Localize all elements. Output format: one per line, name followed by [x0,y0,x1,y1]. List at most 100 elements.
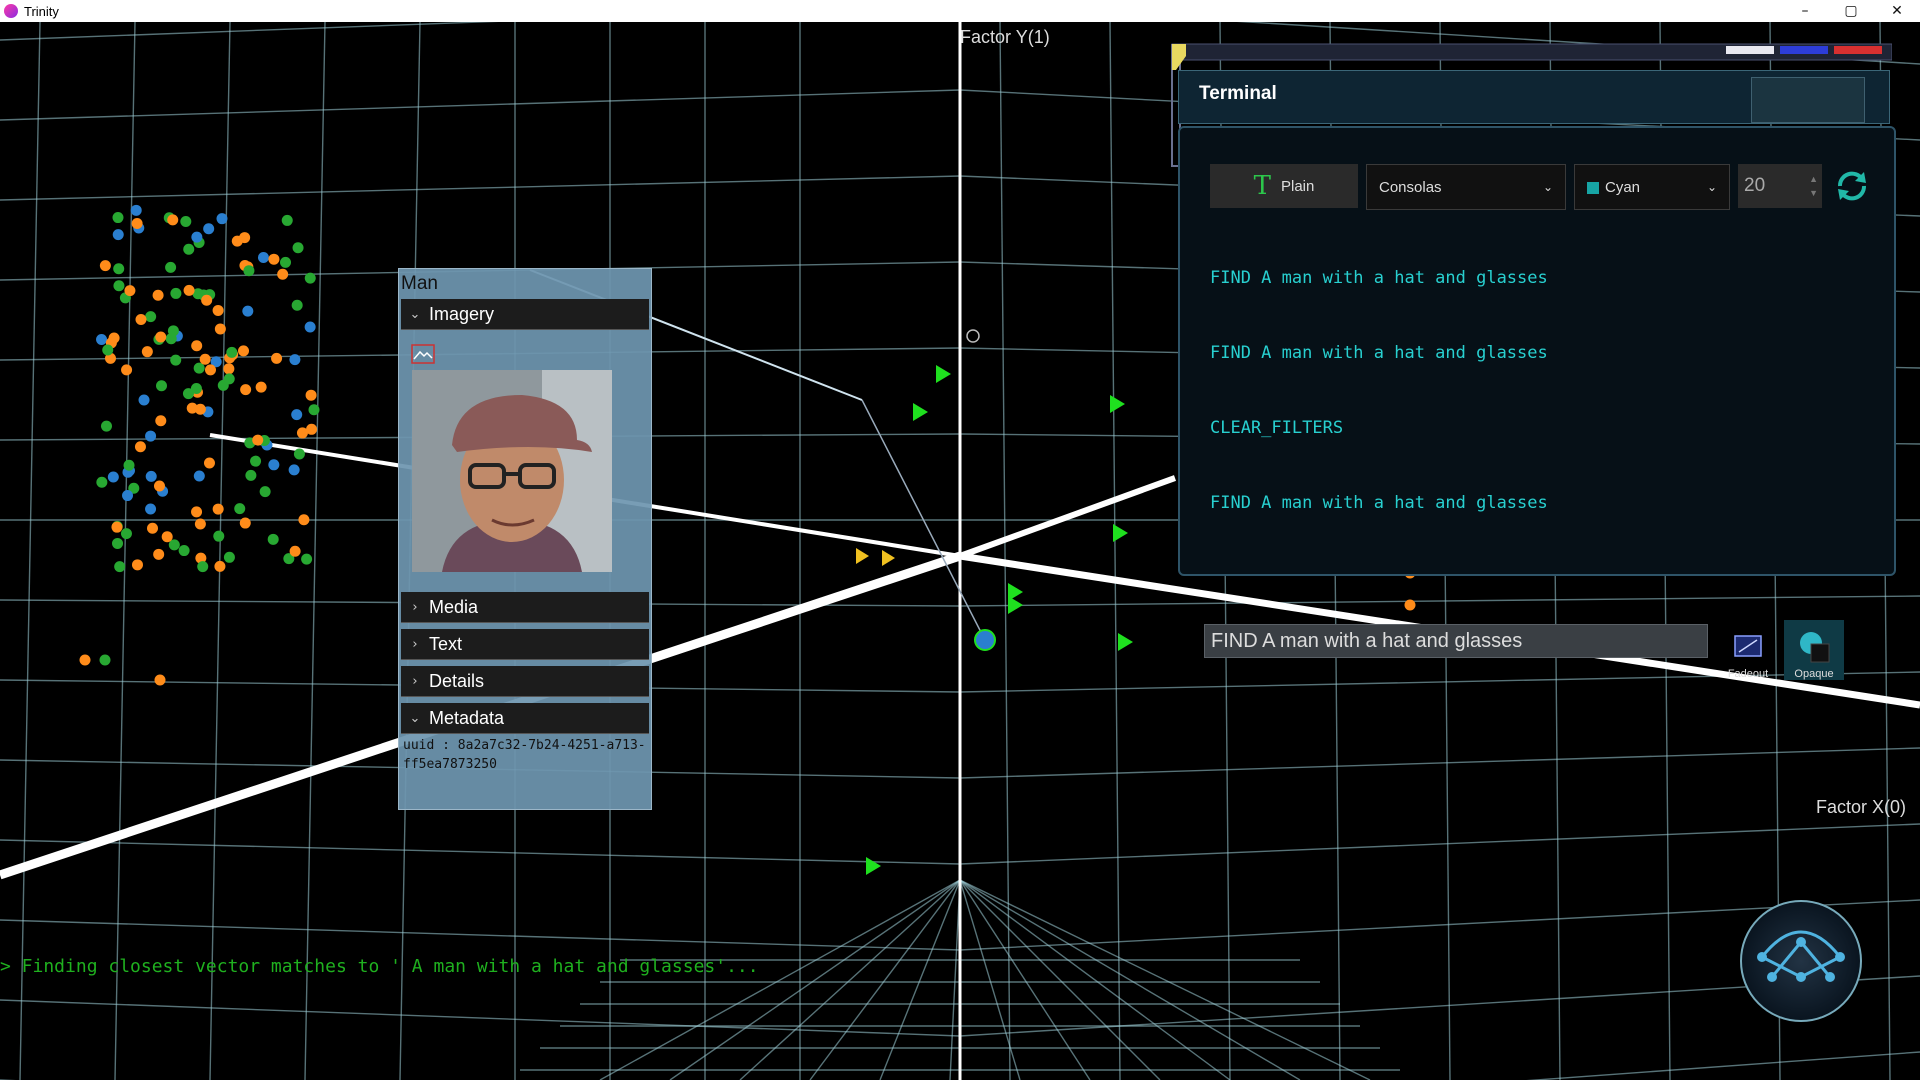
chevron-right-icon: › [412,673,418,689]
grid-line [959,879,1231,1080]
data-point [113,263,125,275]
data-point [153,480,165,492]
data-point [291,299,303,311]
data-point [245,469,257,481]
data-point [194,518,206,530]
data-point [201,294,213,306]
terminal-body[interactable]: T Plain Consolas ⌄ Cyan ⌄ 20 ▲ ▼ FIND A … [1178,126,1896,680]
data-point [298,514,310,526]
font-select-value: Consolas [1379,178,1442,196]
terminal-toolbar: T Plain Consolas ⌄ Cyan ⌄ 20 ▲ ▼ [1210,164,1874,210]
y-axis-label: Factor Y(1) [960,27,1050,47]
refresh-button[interactable] [1830,164,1874,208]
network-icon[interactable] [1740,900,1862,1022]
portrait-image[interactable] [412,370,612,572]
data-point [99,654,111,666]
match-marker [866,857,881,875]
grid-line [809,879,961,1080]
data-point [255,381,267,393]
section-imagery[interactable]: ⌄ Imagery [401,299,649,330]
data-point [152,289,164,301]
close-button[interactable]: ✕ [1874,0,1920,22]
data-point [122,490,134,502]
data-point [138,394,150,406]
match-marker [1110,395,1125,413]
data-point [234,503,246,515]
refresh-icon [1837,171,1867,201]
grid-line [959,879,1371,1080]
match-marker [1113,524,1128,542]
terminal-header[interactable]: Terminal [1178,70,1890,124]
data-point [226,346,238,358]
data-point [259,486,271,498]
data-point [271,352,283,364]
node-info-panel[interactable]: Man ⌄ Imagery › Media › Text › Details ⌄… [398,268,652,810]
terminal-window[interactable]: Terminal T Plain Consolas ⌄ Cyan ⌄ 20 ▲ ▼ [1160,36,1896,680]
match-marker [936,365,951,383]
data-point [167,214,179,226]
data-point [214,560,226,572]
grid-line [959,747,1920,779]
grid-line [1526,1051,1920,1080]
data-point [183,243,195,255]
opaque-button[interactable]: Opaque [1784,620,1844,680]
font-select[interactable]: Consolas ⌄ [1366,164,1566,210]
data-point [161,531,173,543]
data-point [96,334,108,346]
grid-line [959,879,1091,1080]
command-input[interactable]: FIND A man with a hat and glasses [1204,624,1708,658]
data-point [280,256,292,268]
fadeout-label: Fadeout [1727,668,1769,680]
app-logo-icon [4,4,18,18]
data-point [268,253,280,265]
x-axis-label: Factor X(0) [1816,797,1907,817]
data-point [304,321,316,333]
color-swatch-icon [1587,181,1599,194]
data-point [170,354,182,366]
data-point [130,204,142,216]
grid-line [304,22,326,1080]
history-line: FIND A man with a hat and glasses [1210,493,1548,513]
data-point [145,470,157,482]
grid-line [879,879,961,1080]
fadeout-button[interactable]: Fadeout [1718,620,1778,680]
data-point [289,545,301,557]
stepper-arrows[interactable]: ▲ ▼ [1809,172,1818,200]
data-point [308,404,320,416]
data-point [102,344,114,356]
data-point [154,674,166,686]
window-titlebar: Trinity – ▢ ✕ [0,0,1920,22]
section-label: Imagery [429,303,495,324]
data-point [203,457,215,469]
imagery-content [399,330,651,592]
text-mode-label: Plain [1280,177,1315,195]
image-icon[interactable] [411,344,435,364]
data-point [120,528,132,540]
maximize-button[interactable]: ▢ [1828,0,1874,22]
data-point [170,287,182,299]
data-point [212,304,224,316]
section-details[interactable]: › Details [401,666,649,697]
text-mode-button[interactable]: T Plain [1210,164,1358,208]
history-line: CLEAR_FILTERS [1210,418,1344,438]
data-point [288,464,300,476]
data-point [178,545,190,557]
color-select[interactable]: Cyan ⌄ [1574,164,1730,210]
data-point [107,471,119,483]
minimize-button[interactable]: – [1782,0,1828,22]
section-metadata[interactable]: ⌄ Metadata [401,703,649,734]
data-point [1404,599,1416,611]
terminal-title: Terminal [1199,83,1277,104]
section-label: Text [429,633,463,654]
section-text[interactable]: › Text [401,629,649,660]
data-point [231,235,243,247]
section-media[interactable]: › Media [401,592,649,623]
grid-line [739,879,961,1080]
chevron-down-icon: ⌄ [409,710,421,726]
data-point [194,403,206,415]
data-point [238,345,250,357]
data-point [145,503,157,515]
data-point [193,470,205,482]
font-size-stepper[interactable]: 20 ▲ ▼ [1738,164,1822,208]
data-point [182,388,194,400]
